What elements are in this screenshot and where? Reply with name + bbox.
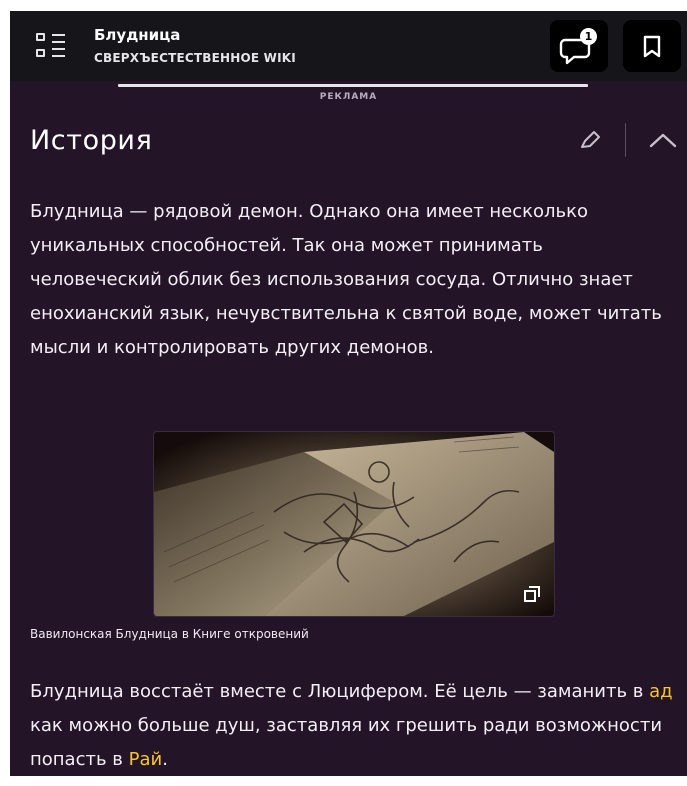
section-heading: История <box>30 125 153 156</box>
comment-bubble-icon <box>559 38 591 65</box>
expand-image-icon[interactable] <box>522 584 542 604</box>
header-divider <box>625 123 626 157</box>
paragraph-text: Блудница восстаёт вместе с Люцифером. Её… <box>30 681 650 702</box>
scroll-progress-line <box>118 84 588 87</box>
link-hell[interactable]: ад <box>649 681 672 702</box>
header-titles: Блудница СВЕРХЪЕСТЕСТВЕННОЕ WIKI <box>94 26 296 66</box>
paragraph-second: Блудница восстаёт вместе с Люцифером. Её… <box>30 675 680 776</box>
pencil-icon[interactable] <box>578 129 604 153</box>
ad-label: РЕКЛАМА <box>319 92 378 102</box>
link-paradise[interactable]: Рай <box>129 749 163 770</box>
bookmark-button[interactable] <box>623 20 681 72</box>
figure-caption: Вавилонская Блудница в Книге откровений <box>30 627 309 641</box>
figure-image[interactable] <box>153 431 555 617</box>
page-title: Блудница <box>94 26 181 44</box>
wiki-name[interactable]: СВЕРХЪЕСТЕСТВЕННОЕ WIKI <box>94 50 296 66</box>
chevron-up-icon[interactable] <box>648 129 678 151</box>
comments-button[interactable]: 1 <box>550 20 608 72</box>
paragraph-text: как можно больше душ, заставляя их греши… <box>30 715 663 770</box>
paragraph-text: . <box>162 749 168 770</box>
page-frame: Блудница СВЕРХЪЕСТЕСТВЕННОЕ WIKI 1 РЕКЛА… <box>10 11 687 776</box>
menu-button[interactable] <box>36 29 74 63</box>
comments-count-badge: 1 <box>580 28 597 45</box>
top-bar: Блудница СВЕРХЪЕСТЕСТВЕННОЕ WIKI 1 <box>10 11 687 81</box>
bookmark-icon <box>643 35 661 58</box>
paragraph-intro: Блудница — рядовой демон. Однако она име… <box>30 201 662 358</box>
book-illustration <box>154 432 554 616</box>
